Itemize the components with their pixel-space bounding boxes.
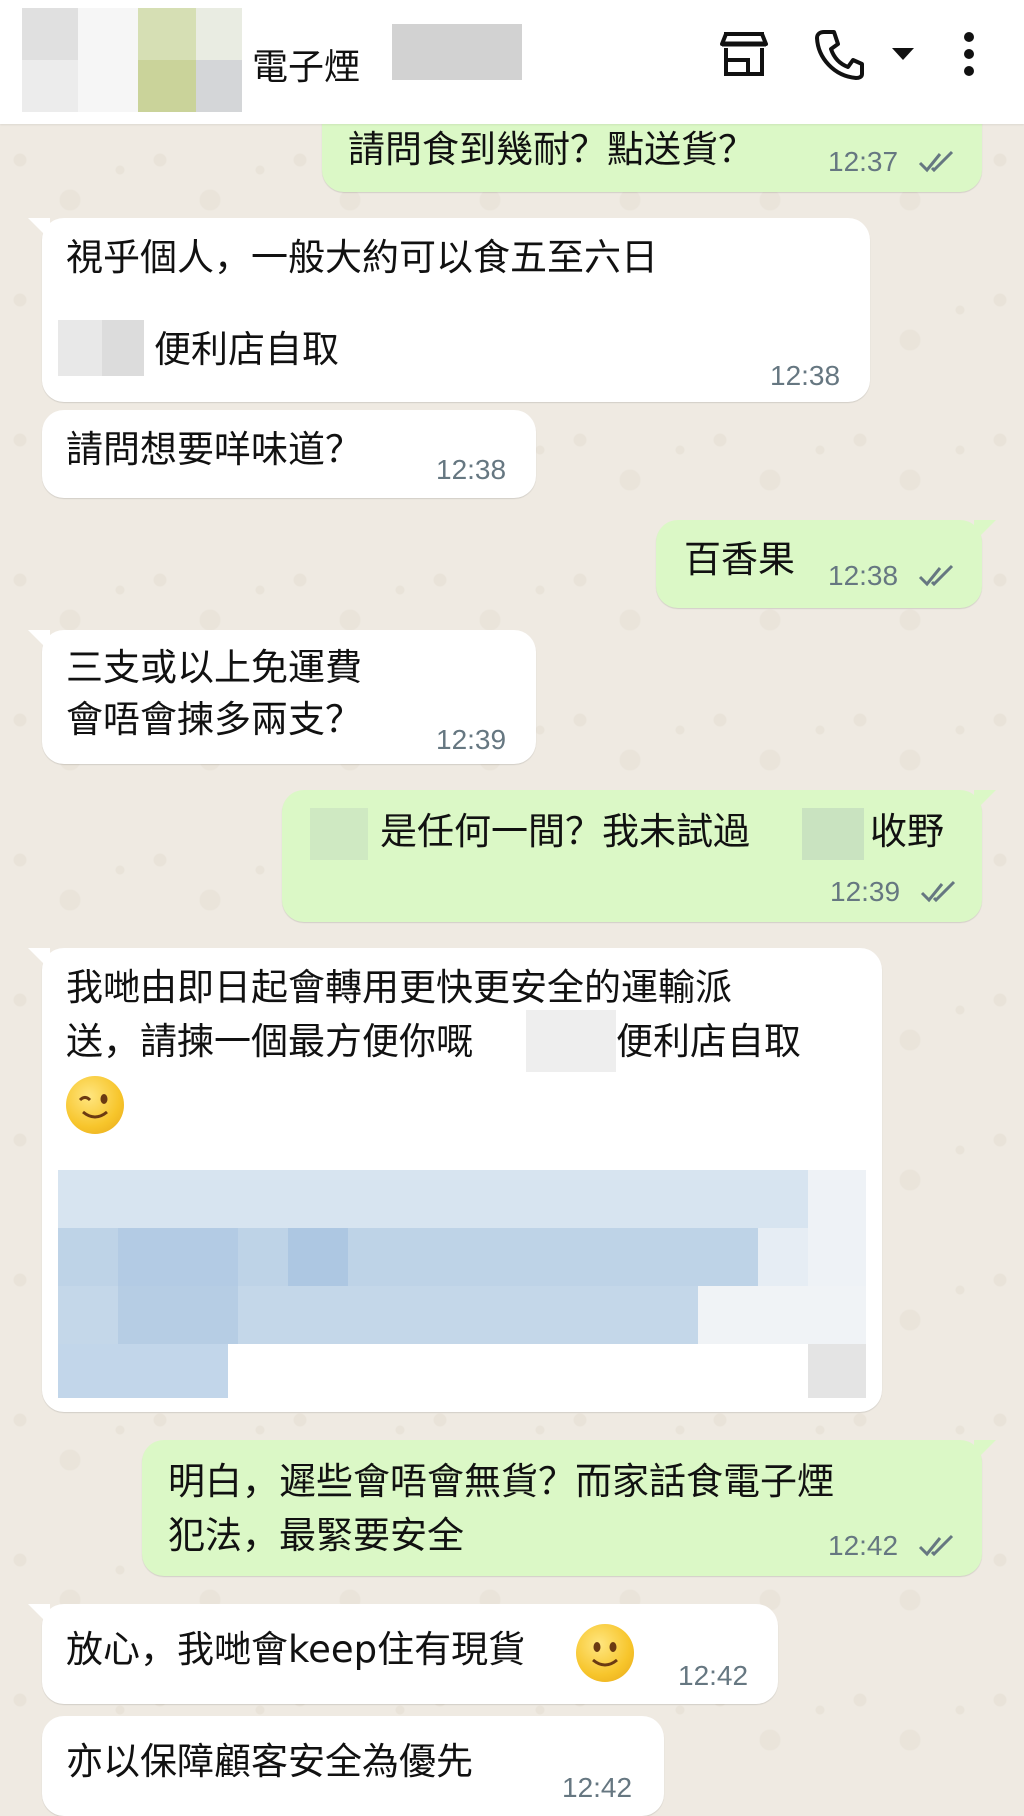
message-time: 12:39 bbox=[436, 724, 507, 755]
message-time: 12:42 bbox=[562, 1772, 633, 1803]
redacted-block bbox=[526, 1010, 616, 1072]
store-icon[interactable] bbox=[718, 30, 770, 78]
message-time: 12:38 bbox=[770, 360, 841, 391]
message-time: 12:37 bbox=[828, 146, 899, 177]
phone-icon[interactable] bbox=[814, 28, 864, 80]
message-time: 12:42 bbox=[828, 1530, 899, 1561]
message-time: 12:38 bbox=[828, 560, 899, 591]
redacted-block bbox=[802, 808, 864, 860]
message-text: 請問食到幾耐？點送貨？ bbox=[348, 128, 755, 171]
more-vert-icon[interactable] bbox=[960, 30, 978, 78]
message-incoming[interactable]: 三支或以上免運費 會唔會揀多兩支？ 12:39 bbox=[28, 630, 536, 764]
message-text: 請問想要咩味道？ bbox=[66, 428, 362, 471]
message-outgoing[interactable]: 百香果 12:38 bbox=[656, 520, 996, 608]
message-outgoing[interactable]: 明白，遲些會唔會無貨？而家話食電子煙 犯法，最緊要安全 12:42 bbox=[142, 1440, 996, 1576]
message-incoming[interactable]: 請問想要咩味道？ 12:38 bbox=[42, 410, 536, 498]
contact-avatar[interactable] bbox=[22, 8, 242, 112]
message-text-line2: 會唔會揀多兩支？ bbox=[66, 698, 362, 741]
chat-title[interactable]: 電子煙 bbox=[252, 38, 360, 90]
message-text-line2: 便利店自取 bbox=[154, 328, 339, 371]
message-outgoing[interactable]: 是任何一間？我未試過 收野 12:39 bbox=[282, 790, 996, 922]
message-text-line2b: 便利店自取 bbox=[616, 1020, 801, 1063]
message-incoming[interactable]: 放心，我哋會keep住有現貨 12:42 bbox=[28, 1604, 778, 1704]
message-text: 放心，我哋會keep住有現貨 bbox=[66, 1628, 526, 1671]
redacted-block bbox=[102, 320, 144, 376]
message-incoming-with-image[interactable]: 我哋由即日起會轉用更快更安全的運輸派 送，請揀一個最方便你嘅 便利店自取 bbox=[28, 948, 882, 1412]
message-incoming[interactable]: 亦以保障顧客安全為優先 12:42 bbox=[42, 1716, 664, 1816]
message-time: 12:39 bbox=[830, 876, 901, 907]
read-receipt-icon bbox=[918, 564, 954, 587]
chat-header: 電子煙 bbox=[0, 0, 1024, 124]
read-receipt-icon bbox=[920, 880, 956, 903]
message-text-part2: 收野 bbox=[870, 810, 944, 853]
message-text: 亦以保障顧客安全為優先 bbox=[66, 1740, 473, 1783]
redacted-block bbox=[310, 808, 368, 860]
message-time: 12:42 bbox=[678, 1660, 749, 1691]
message-incoming[interactable]: 視乎個人，一般大約可以食五至六日 便利店自取 12:38 bbox=[28, 218, 870, 402]
message-text-line2: 犯法，最緊要安全 bbox=[168, 1514, 464, 1557]
message-text-line1: 我哋由即日起會轉用更快更安全的運輸派 bbox=[66, 966, 732, 1009]
message-text-line2a: 送，請揀一個最方便你嘅 bbox=[66, 1020, 473, 1063]
wink-emoji-icon bbox=[66, 1076, 124, 1134]
message-text: 百香果 bbox=[684, 538, 795, 581]
message-text-part1: 是任何一間？我未試過 bbox=[380, 810, 750, 853]
read-receipt-icon bbox=[918, 150, 954, 173]
chevron-down-icon[interactable] bbox=[890, 46, 916, 62]
read-receipt-icon bbox=[918, 1534, 954, 1557]
message-time: 12:38 bbox=[436, 454, 507, 485]
redacted-block bbox=[58, 320, 102, 376]
title-redaction bbox=[392, 24, 522, 80]
message-text-line1: 明白，遲些會唔會無貨？而家話食電子煙 bbox=[168, 1460, 834, 1503]
message-text-line1: 三支或以上免運費 bbox=[66, 646, 362, 689]
message-text-line1: 視乎個人，一般大約可以食五至六日 bbox=[66, 236, 658, 279]
blurred-image-preview[interactable] bbox=[58, 1170, 866, 1398]
smile-emoji-icon bbox=[576, 1624, 634, 1682]
